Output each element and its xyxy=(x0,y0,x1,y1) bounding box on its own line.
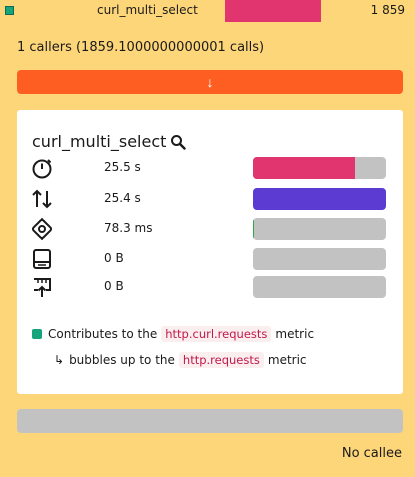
metric-row-memory: 0 B xyxy=(31,248,391,270)
metric-bar xyxy=(253,248,386,270)
metric-bar-fill xyxy=(253,157,356,179)
contributes-suffix: metric xyxy=(275,327,315,341)
function-title: curl_multi_select xyxy=(32,132,187,151)
metric-tag-curl[interactable]: http.curl.requests xyxy=(161,326,272,342)
call-count: 1 859 xyxy=(370,3,405,17)
arrow-down-icon: ↓ xyxy=(206,74,214,90)
metric-value: 0 B xyxy=(104,279,124,293)
metric-value: 25.4 s xyxy=(104,191,141,205)
metric-bar xyxy=(253,157,386,179)
function-name: curl_multi_select xyxy=(97,3,198,17)
metric-value: 0 B xyxy=(104,251,124,265)
magnifier-icon[interactable] xyxy=(170,134,187,150)
function-time-bar xyxy=(225,0,321,22)
function-title-text: curl_multi_select xyxy=(32,132,167,151)
cpu-chip-icon xyxy=(31,218,53,240)
metric-color-marker xyxy=(32,329,42,339)
metric-bar-fill xyxy=(253,188,386,210)
metric-tag-http[interactable]: http.requests xyxy=(178,352,264,368)
metric-value: 78.3 ms xyxy=(104,221,153,235)
memory-drive-icon xyxy=(33,249,51,269)
function-color-marker xyxy=(5,6,14,15)
return-arrow-icon: ↳ xyxy=(54,353,65,367)
metric-row-wall-time: 25.5 s xyxy=(31,157,391,179)
function-details-card: curl_multi_select 25.5 s 25.4 s 78.3 ms … xyxy=(17,110,403,394)
metric-bar xyxy=(253,218,386,240)
network-upload-icon xyxy=(34,278,51,297)
metric-bar xyxy=(253,276,386,298)
metric-bar-fill xyxy=(253,218,255,240)
go-to-caller-button[interactable]: ↓ xyxy=(17,70,403,94)
metric-value: 25.5 s xyxy=(104,160,141,174)
metric-row-network: 0 B xyxy=(31,276,391,298)
metric-bar xyxy=(253,188,386,210)
no-callee-label: No callee xyxy=(341,446,402,461)
metric-row-io-wait: 25.4 s xyxy=(31,188,391,210)
swap-vertical-icon xyxy=(32,189,52,209)
bubbles-prefix: bubbles up to the xyxy=(69,353,175,367)
contributes-prefix: Contributes to the xyxy=(48,327,158,341)
function-header-bar[interactable]: curl_multi_select 1 859 xyxy=(0,0,415,22)
callers-summary: 1 callers (1859.1000000000001 calls) xyxy=(17,40,265,55)
metric-row-cpu-time: 78.3 ms xyxy=(31,218,391,240)
callee-bar[interactable] xyxy=(17,409,403,433)
bubbles-up-note: ↳ bubbles up to the http.requests metric xyxy=(54,352,307,368)
contributes-note: Contributes to the http.curl.requests me… xyxy=(32,326,314,342)
bubbles-suffix: metric xyxy=(267,353,307,367)
timer-icon xyxy=(32,159,52,179)
